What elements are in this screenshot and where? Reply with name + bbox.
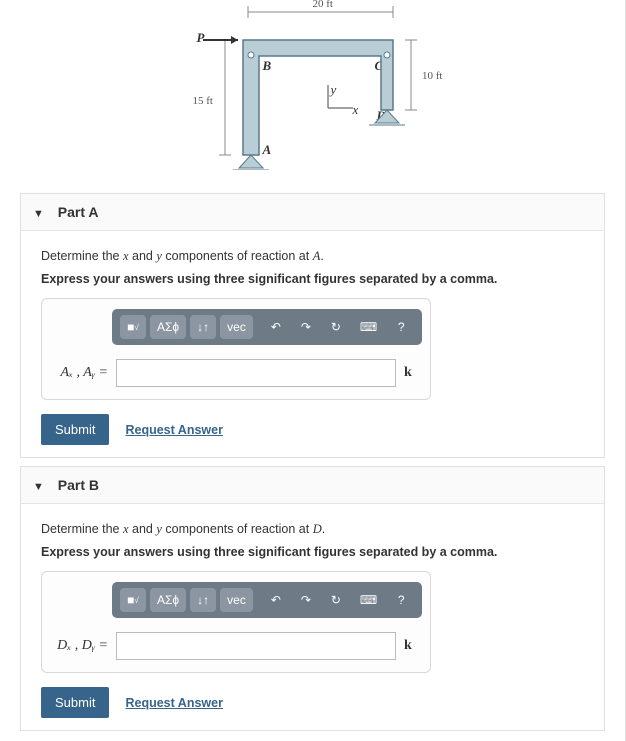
subsup-button[interactable]: ↓↑ <box>190 315 216 339</box>
request-answer-a[interactable]: Request Answer <box>125 423 222 437</box>
toolbar-b: ■√ ΑΣϕ ↓↑ vec ↶ ↷ ↻ ⌨ ? <box>112 582 422 618</box>
help-button[interactable]: ? <box>388 588 414 612</box>
answer-input-b[interactable] <box>116 632 396 660</box>
part-b-header[interactable]: ▼ Part B <box>21 467 604 503</box>
answer-input-a[interactable] <box>116 359 396 387</box>
template-button[interactable]: ■√ <box>120 588 146 612</box>
greek-button[interactable]: ΑΣϕ <box>150 588 186 612</box>
reset-button[interactable]: ↻ <box>323 588 349 612</box>
part-a: ▼ Part A Determine the x and y component… <box>20 193 605 458</box>
lhs-b: Dₓ , Dᵧ = <box>52 638 108 654</box>
chevron-down-icon: ▼ <box>33 208 44 220</box>
part-b-title: Part B <box>58 477 99 493</box>
help-button[interactable]: ? <box>388 315 414 339</box>
submit-button-b[interactable]: Submit <box>41 687 109 718</box>
keyboard-button[interactable]: ⌨ <box>353 315 384 339</box>
problem-figure: 20 ft 10 ft 15 ft P B C D A y x <box>0 0 625 185</box>
request-answer-b[interactable]: Request Answer <box>125 696 222 710</box>
part-b: ▼ Part B Determine the x and y component… <box>20 466 605 731</box>
units-a: k <box>404 365 412 381</box>
reset-button[interactable]: ↻ <box>323 315 349 339</box>
lhs-a: Aₓ , Aᵧ = <box>52 365 108 381</box>
answer-box-b: ■√ ΑΣϕ ↓↑ vec ↶ ↷ ↻ ⌨ ? Dₓ , Dᵧ = k <box>41 571 431 673</box>
undo-button[interactable]: ↶ <box>263 315 289 339</box>
chevron-down-icon: ▼ <box>33 481 44 493</box>
part-a-title: Part A <box>58 204 99 220</box>
part-b-question: Determine the x and y components of reac… <box>41 522 584 537</box>
frame-svg <box>183 0 443 170</box>
units-b: k <box>404 638 412 654</box>
submit-button-a[interactable]: Submit <box>41 414 109 445</box>
answer-box-a: ■√ ΑΣϕ ↓↑ vec ↶ ↷ ↻ ⌨ ? Aₓ , Aᵧ = k <box>41 298 431 400</box>
part-a-question: Determine the x and y components of reac… <box>41 249 584 264</box>
part-b-instruction: Express your answers using three signifi… <box>41 545 584 559</box>
toolbar-a: ■√ ΑΣϕ ↓↑ vec ↶ ↷ ↻ ⌨ ? <box>112 309 422 345</box>
greek-button[interactable]: ΑΣϕ <box>150 315 186 339</box>
subsup-button[interactable]: ↓↑ <box>190 588 216 612</box>
vec-button[interactable]: vec <box>220 315 253 339</box>
redo-button[interactable]: ↷ <box>293 315 319 339</box>
redo-button[interactable]: ↷ <box>293 588 319 612</box>
part-a-header[interactable]: ▼ Part A <box>21 194 604 230</box>
template-button[interactable]: ■√ <box>120 315 146 339</box>
part-a-instruction: Express your answers using three signifi… <box>41 272 584 286</box>
undo-button[interactable]: ↶ <box>263 588 289 612</box>
vec-button[interactable]: vec <box>220 588 253 612</box>
keyboard-button[interactable]: ⌨ <box>353 588 384 612</box>
